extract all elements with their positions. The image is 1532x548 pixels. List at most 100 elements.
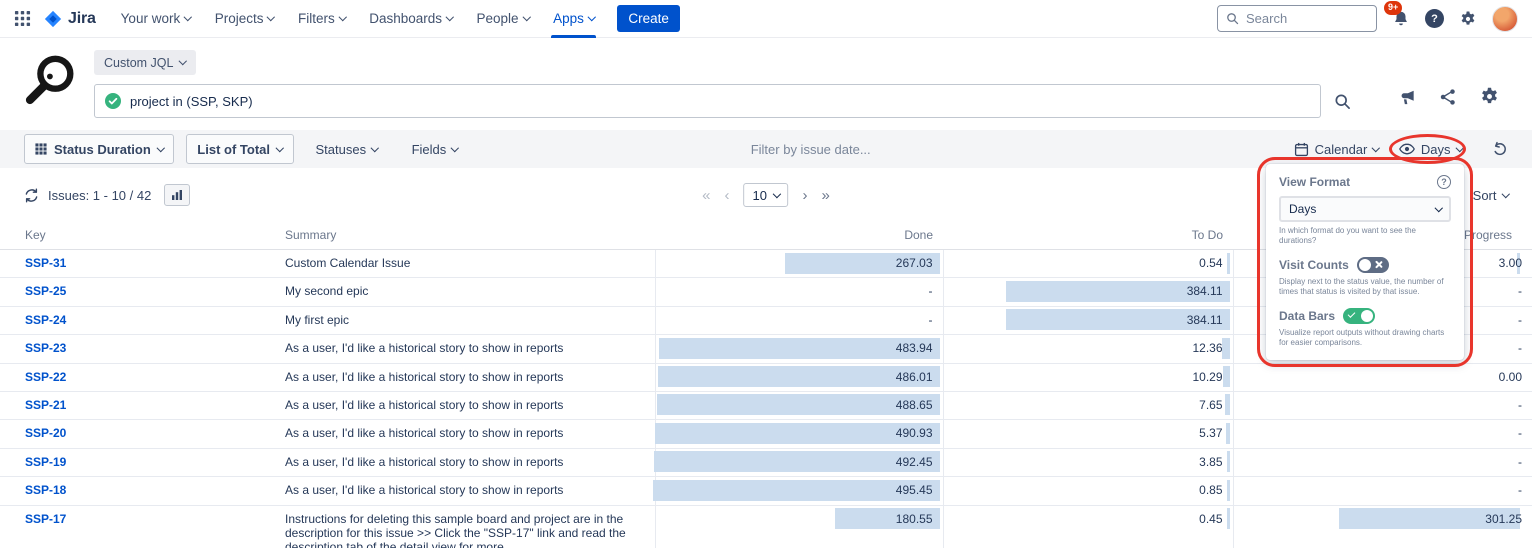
issue-key-link[interactable]: SSP-23 bbox=[25, 341, 66, 355]
statuses-dropdown[interactable]: Statuses bbox=[312, 142, 382, 157]
chevron-down-icon bbox=[184, 13, 192, 21]
issue-key-link[interactable]: SSP-21 bbox=[25, 398, 66, 412]
column-header-done: Done bbox=[655, 222, 943, 250]
notifications-bell-icon[interactable]: 9+ bbox=[1392, 10, 1410, 28]
create-button[interactable]: Create bbox=[617, 5, 680, 32]
sort-button[interactable]: Sort bbox=[1473, 188, 1508, 203]
reload-icon[interactable] bbox=[1492, 141, 1508, 157]
nav-projects[interactable]: Projects bbox=[206, 0, 283, 38]
calendar-label: Calendar bbox=[1315, 142, 1368, 157]
nav-people[interactable]: People bbox=[468, 0, 539, 38]
duration-cell-todo: 384.11 bbox=[943, 306, 1233, 334]
aggregation-button[interactable]: List of Total bbox=[186, 134, 293, 164]
duration-value: - bbox=[1518, 313, 1522, 327]
issue-key-cell: SSP-22 bbox=[0, 363, 277, 391]
toggle-knob bbox=[1361, 310, 1373, 322]
column-header-todo: To Do bbox=[943, 222, 1233, 250]
first-page-icon[interactable]: « bbox=[702, 188, 710, 203]
format-select[interactable]: Days bbox=[1279, 196, 1451, 222]
nav-apps[interactable]: Apps bbox=[544, 0, 603, 38]
format-select-value: Days bbox=[1289, 202, 1316, 216]
app-switcher-icon[interactable] bbox=[8, 6, 37, 31]
global-search[interactable] bbox=[1217, 5, 1377, 32]
fields-dropdown[interactable]: Fields bbox=[408, 142, 462, 157]
fields-label: Fields bbox=[412, 142, 447, 157]
help-icon[interactable]: ? bbox=[1425, 9, 1444, 28]
view-type-button[interactable]: Status Duration bbox=[24, 134, 174, 164]
chevron-down-icon bbox=[157, 144, 165, 152]
visit-counts-toggle[interactable] bbox=[1357, 257, 1389, 273]
issue-key-cell: SSP-20 bbox=[0, 420, 277, 448]
view-format-dropdown[interactable]: Days bbox=[1395, 142, 1466, 157]
nav-filters[interactable]: Filters bbox=[289, 0, 354, 38]
nav-your-work[interactable]: Your work bbox=[112, 0, 200, 38]
calendar-dropdown[interactable]: Calendar bbox=[1290, 142, 1383, 157]
chart-toggle-button[interactable] bbox=[164, 184, 190, 206]
issue-key-link[interactable]: SSP-25 bbox=[25, 284, 66, 298]
issue-key-link[interactable]: SSP-31 bbox=[25, 256, 66, 270]
aggregation-label: List of Total bbox=[197, 142, 270, 157]
chevron-down-icon bbox=[339, 13, 347, 21]
notification-badge: 9+ bbox=[1384, 1, 1402, 15]
query-section: Custom JQL project in (SSP, SKP) bbox=[0, 38, 1532, 128]
nav-label: Dashboards bbox=[369, 11, 442, 26]
data-bars-toggle[interactable] bbox=[1343, 308, 1375, 324]
visit-counts-label: Visit Counts bbox=[1279, 258, 1349, 272]
query-actions bbox=[1397, 86, 1508, 107]
report-settings-gear-icon[interactable] bbox=[1479, 86, 1500, 107]
next-page-icon[interactable]: › bbox=[802, 188, 807, 203]
nav-label: Filters bbox=[298, 11, 335, 26]
data-bar bbox=[1227, 480, 1230, 501]
issue-key-link[interactable]: SSP-18 bbox=[25, 483, 66, 497]
duration-cell-done: 267.03 bbox=[655, 250, 943, 278]
query-main: Custom JQL project in (SSP, SKP) bbox=[94, 50, 1351, 118]
jql-mode-select[interactable]: Custom JQL bbox=[94, 50, 196, 75]
issue-key-link[interactable]: SSP-19 bbox=[25, 455, 66, 469]
issue-summary: As a user, I'd like a historical story t… bbox=[277, 335, 655, 363]
issue-key-link[interactable]: SSP-20 bbox=[25, 426, 66, 440]
data-bar bbox=[1223, 366, 1229, 387]
run-search-icon[interactable] bbox=[1334, 93, 1351, 110]
duration-value: - bbox=[929, 284, 933, 298]
issue-summary: As a user, I'd like a historical story t… bbox=[277, 448, 655, 476]
duration-cell-todo: 0.85 bbox=[943, 477, 1233, 505]
announcement-megaphone-icon[interactable] bbox=[1397, 87, 1417, 107]
issue-key-cell: SSP-25 bbox=[0, 278, 277, 306]
nav-dashboards[interactable]: Dashboards bbox=[360, 0, 461, 38]
last-page-icon[interactable]: » bbox=[821, 188, 829, 203]
eye-icon bbox=[1399, 143, 1415, 155]
issue-summary: My second epic bbox=[277, 278, 655, 306]
search-icon bbox=[1226, 12, 1239, 25]
share-icon[interactable] bbox=[1439, 88, 1457, 106]
user-avatar[interactable] bbox=[1492, 6, 1518, 32]
chevron-down-icon bbox=[773, 190, 781, 198]
panel-header: View Format ? bbox=[1279, 175, 1451, 189]
issue-key-link[interactable]: SSP-17 bbox=[25, 512, 66, 526]
duration-cell-todo: 10.29 bbox=[943, 363, 1233, 391]
issue-date-filter[interactable]: Filter by issue date... bbox=[474, 142, 1278, 157]
refresh-icon[interactable] bbox=[24, 188, 39, 203]
issue-key-link[interactable]: SSP-22 bbox=[25, 370, 66, 384]
data-bar bbox=[1227, 508, 1230, 529]
duration-value: 180.55 bbox=[896, 512, 933, 526]
issue-row: SSP-17Instructions for deleting this sam… bbox=[0, 505, 1532, 548]
settings-gear-icon[interactable] bbox=[1459, 10, 1477, 28]
data-bar bbox=[1225, 394, 1229, 415]
chevron-down-icon bbox=[179, 57, 187, 65]
issue-key-link[interactable]: SSP-24 bbox=[25, 313, 66, 327]
issue-row: SSP-18As a user, I'd like a historical s… bbox=[0, 477, 1532, 505]
jql-input[interactable]: project in (SSP, SKP) bbox=[94, 84, 1321, 118]
issue-key-cell: SSP-31 bbox=[0, 250, 277, 278]
jira-logo[interactable]: Jira bbox=[43, 9, 96, 29]
topnav-right: 9+ ? bbox=[1217, 5, 1518, 32]
grid-icon bbox=[35, 143, 47, 155]
search-input[interactable] bbox=[1246, 11, 1368, 26]
prev-page-icon[interactable]: ‹ bbox=[725, 188, 730, 203]
page-size-select[interactable]: 10 bbox=[744, 183, 789, 207]
duration-value: - bbox=[1518, 483, 1522, 497]
issue-key-cell: SSP-23 bbox=[0, 335, 277, 363]
duration-cell-in_progress: - bbox=[1233, 448, 1532, 476]
help-circle-icon[interactable]: ? bbox=[1437, 175, 1451, 189]
chevron-down-icon bbox=[1455, 144, 1463, 152]
primary-nav: Your work Projects Filters Dashboards Pe… bbox=[112, 0, 604, 38]
